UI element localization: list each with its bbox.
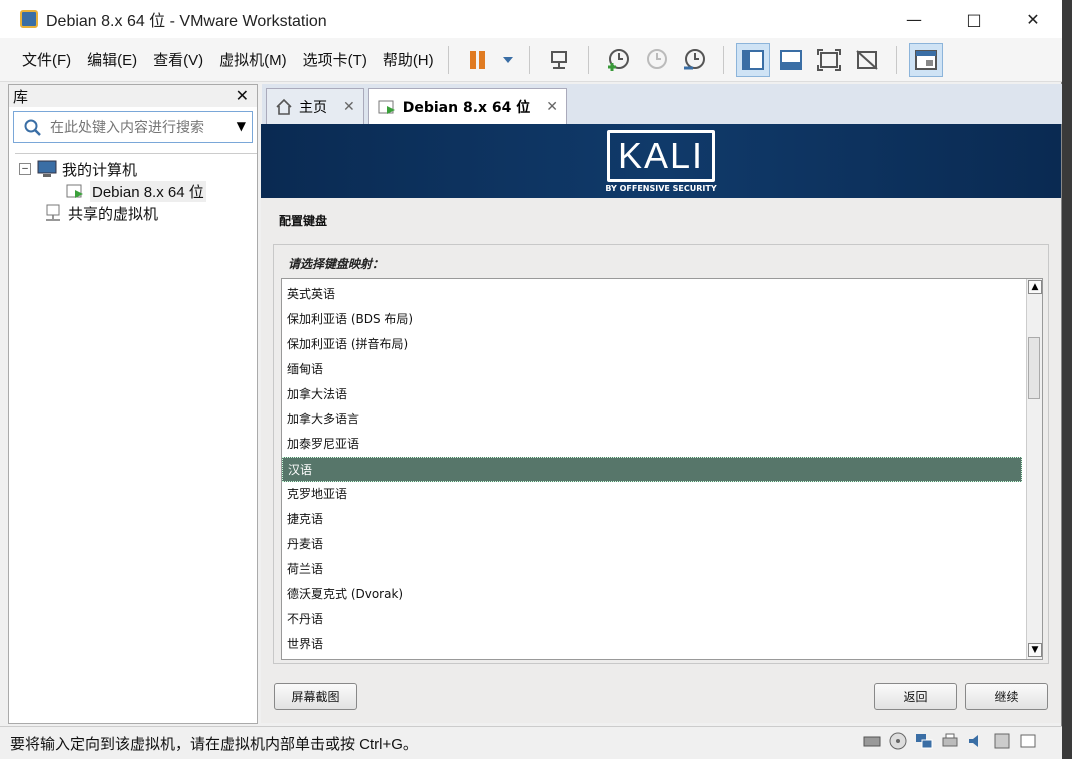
list-item[interactable]: 德沃夏克式 (Dvorak) [282,582,1022,607]
snapshot-manager-icon[interactable] [677,43,711,77]
scroll-down-icon[interactable]: ▼ [1028,643,1042,657]
snapshot-icon[interactable] [601,43,635,77]
unity-mode-icon[interactable] [850,43,884,77]
list-item[interactable]: 加泰罗尼亚语 [282,432,1022,457]
screenshot-button[interactable]: 屏幕截图 [274,683,357,710]
menu-file[interactable]: 文件(F) [22,49,71,70]
toolbar-separator [722,45,724,74]
tab-close-icon[interactable]: ✕ [343,99,355,115]
hard-disk-icon[interactable] [862,731,882,751]
network-adapter-icon[interactable] [914,731,934,751]
tree-label-vm: Debian 8.x 64 位 [90,180,206,202]
console-view-icon[interactable] [908,42,943,77]
show-library-icon[interactable] [735,42,770,77]
list-item[interactable]: 加拿大法语 [282,382,1022,407]
display-icon[interactable] [992,731,1012,751]
home-icon [276,98,292,115]
maximize-button[interactable]: □ [945,0,1003,38]
tab-debian-label: Debian 8.x 64 位 [402,99,531,116]
list-item[interactable]: 荷兰语 [282,557,1022,582]
message-icon[interactable] [1018,731,1038,751]
shared-vm-icon [46,204,60,221]
tree-node-vm[interactable]: Debian 8.x 64 位 [15,180,257,202]
keymap-prompt: 请选择键盘映射： [288,257,385,271]
computer-icon [37,160,57,177]
kali-banner: KALI BY OFFENSIVE SECURITY [261,124,1061,198]
minimize-button[interactable]: — [885,0,943,38]
keyboard-frame: 请选择键盘映射： 英式英语 保加利亚语 (BDS 布局) 保加利亚语 (拼音布局… [273,244,1049,664]
vmware-window: Debian 8.x 64 位 - VMware Workstation — □… [0,0,1062,759]
library-search-box[interactable]: ▼ [13,111,253,143]
vmware-app-icon [20,10,38,28]
printer-icon[interactable] [940,731,960,751]
status-message: 要将输入定向到该虚拟机，请在虚拟机内部单击或按 Ctrl+G。 [10,735,418,753]
title-bar: Debian 8.x 64 位 - VMware Workstation — □… [0,0,1062,38]
cd-rom-icon[interactable] [888,731,908,751]
library-header: 库 ✕ [9,85,257,107]
send-ctrl-alt-del-icon[interactable] [542,43,576,77]
list-item[interactable]: 保加利亚语 (BDS 布局) [282,307,1022,332]
list-item-selected[interactable]: 汉语 [282,457,1022,482]
toolbar-separator [895,45,897,74]
vm-running-icon [66,184,83,198]
list-item[interactable]: 克罗地亚语 [282,482,1022,507]
menu-edit[interactable]: 编辑(E) [87,49,137,70]
continue-button[interactable]: 继续 [965,683,1048,710]
vm-console[interactable]: KALI BY OFFENSIVE SECURITY 配置键盘 请选择键盘映射：… [261,124,1061,723]
tab-home[interactable]: 主页 ✕ [266,88,364,124]
list-item[interactable]: 捷克语 [282,507,1022,532]
list-scrollbar[interactable]: ▲ ▼ [1026,279,1042,659]
close-button[interactable]: ✕ [1004,0,1062,38]
tab-close-icon[interactable]: ✕ [546,99,558,115]
library-tree: – 我的计算机 Debian 8.x 64 位 共享的虚拟机 [15,153,257,224]
library-panel: 库 ✕ ▼ – 我的计算机 Debian 8.x 64 位 共享的虚拟机 [8,84,258,724]
list-item[interactable]: 英式英语 [282,282,1022,307]
pause-dropdown-icon[interactable] [499,43,517,77]
tab-bar: 主页 ✕ Debian 8.x 64 位 ✕ [262,84,1062,124]
tree-label-my-computer: 我的计算机 [62,161,138,179]
list-item[interactable]: 缅甸语 [282,357,1022,382]
list-item[interactable]: 保加利亚语 (拼音布局) [282,332,1022,357]
tree-label-shared-vms: 共享的虚拟机 [68,205,159,223]
menu-bar: 文件(F) 编辑(E) 查看(V) 虚拟机(M) 选项卡(T) 帮助(H) [0,38,1062,82]
toolbar-separator [447,45,449,74]
menu-vm[interactable]: 虚拟机(M) [219,49,287,70]
thumbnail-bar-icon[interactable] [774,43,808,77]
library-search-input[interactable] [50,119,220,135]
installer-heading: 配置键盘 [279,214,328,228]
device-icons [862,731,1038,751]
tab-debian[interactable]: Debian 8.x 64 位 ✕ [367,88,568,124]
list-item[interactable]: 不丹语 [282,607,1022,632]
menu-tabs[interactable]: 选项卡(T) [303,49,367,70]
list-item[interactable]: 丹麦语 [282,532,1022,557]
keymap-listbox[interactable]: 英式英语 保加利亚语 (BDS 布局) 保加利亚语 (拼音布局) 缅甸语 加拿大… [281,278,1043,660]
library-title: 库 [13,87,29,106]
menu-view[interactable]: 查看(V) [153,49,203,70]
library-close-icon[interactable]: ✕ [236,86,249,105]
window-title: Debian 8.x 64 位 - VMware Workstation [46,13,327,30]
scroll-thumb[interactable] [1028,337,1040,399]
tab-home-label: 主页 [299,99,327,116]
chevron-down-icon[interactable]: ▼ [237,119,246,133]
menu-help[interactable]: 帮助(H) [383,49,434,70]
kali-logo: KALI [607,130,715,182]
back-button[interactable]: 返回 [874,683,957,710]
pause-icon[interactable] [461,43,495,77]
toolbar-separator [587,45,589,74]
scroll-up-icon[interactable]: ▲ [1028,280,1042,294]
list-item[interactable]: 世界语 [282,632,1022,657]
collapse-icon[interactable]: – [19,163,31,175]
status-bar: 要将输入定向到该虚拟机，请在虚拟机内部单击或按 Ctrl+G。 [0,726,1062,759]
toolbar-separator [528,45,530,74]
sound-card-icon[interactable] [966,731,986,751]
search-icon [24,119,42,141]
list-item[interactable]: 加拿大多语言 [282,407,1022,432]
full-screen-icon[interactable] [812,43,846,77]
revert-snapshot-icon [639,43,673,77]
kali-logo-subtitle: BY OFFENSIVE SECURITY [605,184,717,193]
vm-running-icon [378,100,395,114]
tree-node-my-computer[interactable]: – 我的计算机 [15,158,257,180]
tree-node-shared-vms[interactable]: 共享的虚拟机 [15,202,257,224]
